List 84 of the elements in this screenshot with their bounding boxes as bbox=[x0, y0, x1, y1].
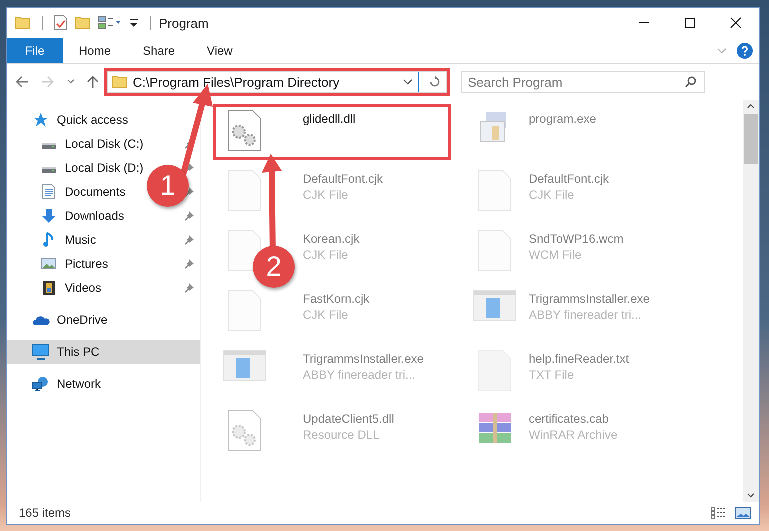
pin-icon[interactable] bbox=[184, 211, 194, 221]
window-title: Program bbox=[159, 16, 209, 30]
archive-books-icon bbox=[477, 410, 513, 446]
film-icon bbox=[42, 280, 56, 296]
sidebar-item[interactable]: Pictures bbox=[39, 252, 108, 276]
gears-file-icon bbox=[228, 110, 262, 152]
file-type: ABBY finereader tri... bbox=[303, 368, 416, 382]
blank-file-icon bbox=[478, 170, 512, 212]
folder-icon bbox=[15, 15, 31, 31]
file-name[interactable]: Korean.cjk bbox=[303, 232, 360, 246]
sidebar-item[interactable]: Local Disk (D:) bbox=[39, 156, 144, 180]
item-count: 165 items bbox=[19, 506, 72, 520]
file-type: CJK File bbox=[303, 188, 350, 202]
installer-window-icon bbox=[223, 350, 267, 382]
file-menu-tab[interactable]: File bbox=[7, 38, 63, 63]
file-name[interactable]: DefaultFont.cjk bbox=[303, 172, 384, 186]
sidebar-item[interactable]: Documents bbox=[39, 180, 126, 204]
scrollbar-thumb[interactable] bbox=[744, 114, 758, 164]
up-icon[interactable] bbox=[87, 75, 99, 89]
document-icon bbox=[42, 184, 56, 200]
star-icon bbox=[33, 112, 49, 128]
callout-number: 1 bbox=[147, 165, 189, 207]
refresh-icon[interactable] bbox=[429, 76, 441, 88]
blank-file-icon bbox=[478, 230, 512, 272]
sidebar-item[interactable]: Music bbox=[39, 228, 96, 252]
file-name[interactable]: FastKorn.cjk bbox=[303, 292, 370, 306]
gears-file-icon bbox=[228, 410, 262, 452]
view-options-icon[interactable] bbox=[98, 15, 122, 31]
file-type: Resource DLL bbox=[303, 428, 381, 442]
file-type: ABBY finereader tri... bbox=[529, 308, 642, 322]
file-name[interactable]: certificates.cab bbox=[529, 412, 618, 426]
details-view-icon[interactable] bbox=[711, 507, 727, 519]
file-name[interactable]: help.fineReader.txt bbox=[529, 352, 630, 366]
file-name[interactable]: program.exe bbox=[529, 112, 596, 126]
sidebar-item[interactable]: Network bbox=[31, 372, 102, 396]
file-name[interactable]: SndToWP16.wcm bbox=[529, 232, 624, 246]
pin-icon[interactable] bbox=[184, 163, 194, 173]
file-name[interactable]: TrigrammsInstaller.exe bbox=[303, 352, 424, 366]
file-type: WCM File bbox=[529, 248, 583, 262]
network-icon bbox=[32, 376, 50, 392]
file-name[interactable]: glidedll.dll bbox=[303, 112, 356, 126]
customize-toolbar-icon[interactable] bbox=[129, 18, 139, 28]
properties-icon[interactable] bbox=[54, 15, 68, 31]
help-icon[interactable] bbox=[737, 42, 753, 58]
maximize-icon[interactable] bbox=[684, 17, 696, 29]
search-icon[interactable] bbox=[685, 76, 697, 88]
blank-file-icon bbox=[228, 170, 262, 212]
ribbon-tab[interactable]: Home bbox=[63, 38, 128, 63]
search-field[interactable]: Search Program bbox=[461, 71, 705, 93]
folder-icon bbox=[112, 74, 128, 90]
file-type: CJK File bbox=[303, 308, 350, 322]
file-name[interactable]: DefaultFont.cjk bbox=[529, 172, 610, 186]
pin-icon[interactable] bbox=[184, 259, 194, 269]
computer-icon bbox=[32, 344, 50, 360]
blank-file-icon bbox=[228, 290, 262, 332]
sidebar-item[interactable]: Videos bbox=[39, 276, 102, 300]
sidebar-item[interactable]: Local Disk (C:) bbox=[39, 132, 144, 156]
file-type: WinRAR Archive bbox=[529, 428, 618, 442]
close-icon[interactable] bbox=[730, 17, 742, 29]
callout-number: 2 bbox=[253, 246, 295, 288]
large-icons-view-icon[interactable] bbox=[735, 507, 751, 519]
ribbon-tab[interactable]: Share bbox=[127, 38, 192, 63]
sidebar-item[interactable]: Quick access bbox=[31, 108, 128, 132]
dropdown-icon[interactable] bbox=[403, 79, 413, 85]
address-bar[interactable]: C:\Program Files\Program Directory bbox=[107, 71, 447, 93]
file-type: TXT File bbox=[529, 368, 576, 382]
address-path: C:\Program Files\Program Directory bbox=[133, 74, 340, 90]
ribbon-tab[interactable]: View bbox=[191, 38, 249, 63]
download-arrow-icon bbox=[41, 208, 57, 224]
file-name[interactable]: UpdateClient5.dll bbox=[303, 412, 394, 426]
pin-icon[interactable] bbox=[184, 235, 194, 245]
cloud-icon bbox=[32, 314, 50, 326]
picture-icon bbox=[41, 257, 57, 271]
expand-ribbon-icon[interactable] bbox=[717, 46, 727, 54]
installer-window-icon bbox=[473, 290, 517, 322]
pin-icon[interactable] bbox=[184, 283, 194, 293]
file-type: CJK File bbox=[303, 248, 350, 262]
sidebar-item[interactable]: Downloads bbox=[39, 204, 124, 228]
file-name[interactable]: TrigrammsInstaller.exe bbox=[529, 292, 650, 306]
back-icon[interactable] bbox=[15, 76, 29, 88]
sidebar-item[interactable]: OneDrive bbox=[31, 308, 108, 332]
recent-locations-icon[interactable] bbox=[67, 79, 75, 85]
file-type: CJK File bbox=[529, 188, 576, 202]
music-note-icon bbox=[43, 232, 55, 248]
